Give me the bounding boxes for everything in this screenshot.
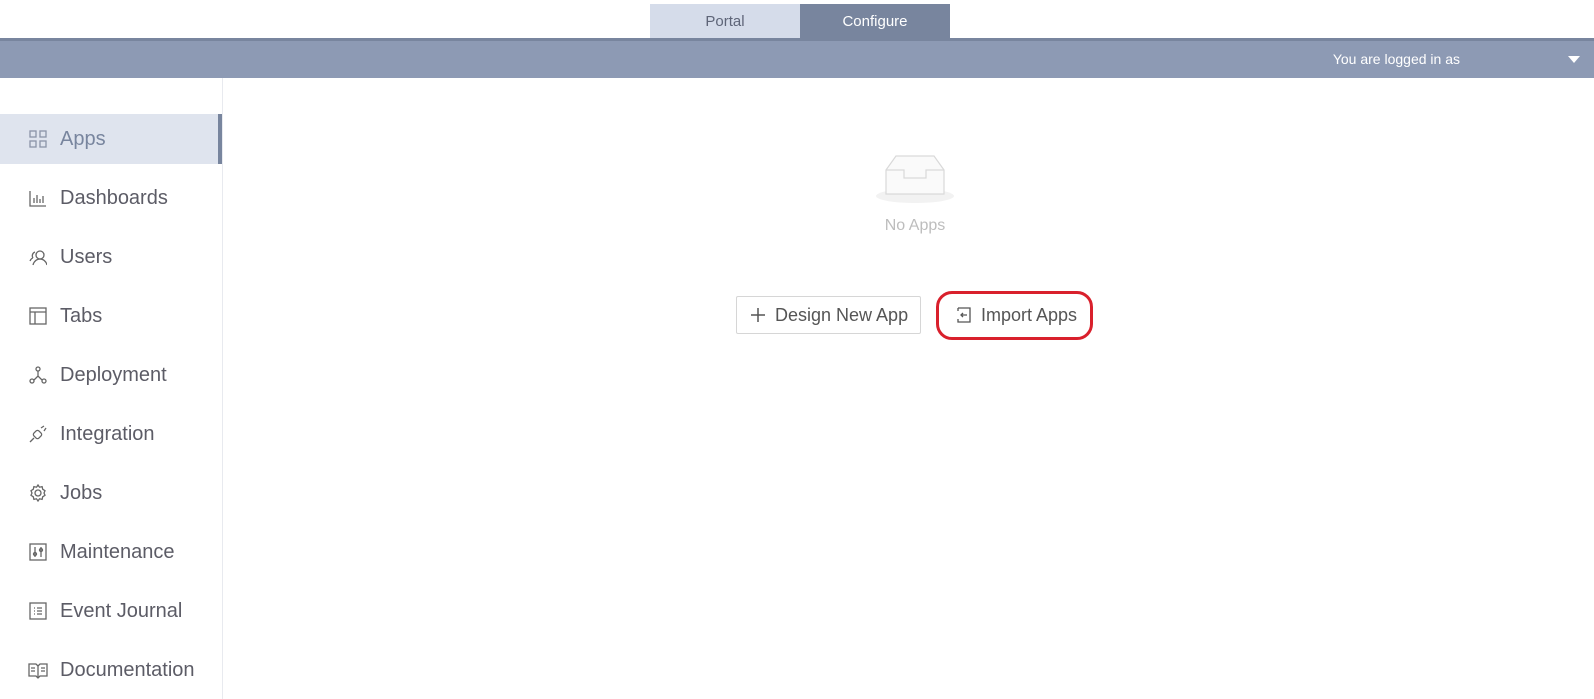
sidebar-item-label: Dashboards [60,186,168,209]
sliders-icon [28,542,48,562]
empty-state-label: No Apps [884,217,946,234]
sidebar-item-label: Event Journal [60,599,183,622]
sidebar-item-label: Jobs [60,481,103,504]
inbox-icon [860,150,970,209]
top-bar: Portal Configure [0,0,1594,38]
import-apps-button[interactable]: Import Apps [940,296,1089,334]
sidebar-item-maintenance[interactable]: Maintenance [0,527,222,577]
plug-icon [28,424,48,444]
grid-icon [28,129,48,149]
book-icon [28,660,48,680]
sidebar-item-event-journal[interactable]: Event Journal [0,586,222,636]
list-icon [28,601,48,621]
sidebar-item-integration[interactable]: Integration [0,409,222,459]
design-new-app-button[interactable]: Design New App [736,296,921,334]
sidebar: Apps Dashboards Users Tabs Deployment In… [0,78,223,699]
sidebar-item-deployment[interactable]: Deployment [0,350,222,400]
empty-state: No Apps [860,150,970,235]
users-icon [28,247,48,267]
header-bar: You are logged in as [0,38,1594,78]
gear-icon [28,483,48,503]
design-new-app-label: Design New App [775,304,909,325]
caret-down-icon[interactable] [1568,56,1580,63]
sidebar-item-documentation[interactable]: Documentation [0,645,222,695]
top-tabs: Portal Configure [650,4,950,38]
sidebar-item-tabs[interactable]: Tabs [0,291,222,341]
layout-icon [28,306,48,326]
sidebar-item-jobs[interactable]: Jobs [0,468,222,518]
sidebar-item-users[interactable]: Users [0,232,222,282]
sidebar-item-label: Deployment [60,363,167,386]
bar-chart-icon [28,188,48,208]
sidebar-item-label: Users [60,245,113,268]
tab-configure[interactable]: Configure [800,4,950,38]
sidebar-item-label: Documentation [60,658,195,681]
sidebar-item-label: Tabs [60,304,103,327]
plus-icon [751,308,765,322]
login-status: You are logged in as [1332,51,1460,67]
sidebar-item-apps[interactable]: Apps [0,114,222,164]
deployment-icon [28,365,48,385]
import-apps-label: Import Apps [981,304,1078,325]
sidebar-item-dashboards[interactable]: Dashboards [0,173,222,223]
sidebar-item-label: Integration [60,422,155,445]
sidebar-item-label: Apps [60,127,106,150]
sidebar-item-label: Maintenance [60,540,175,563]
tab-portal[interactable]: Portal [650,4,800,38]
import-icon [955,307,971,323]
